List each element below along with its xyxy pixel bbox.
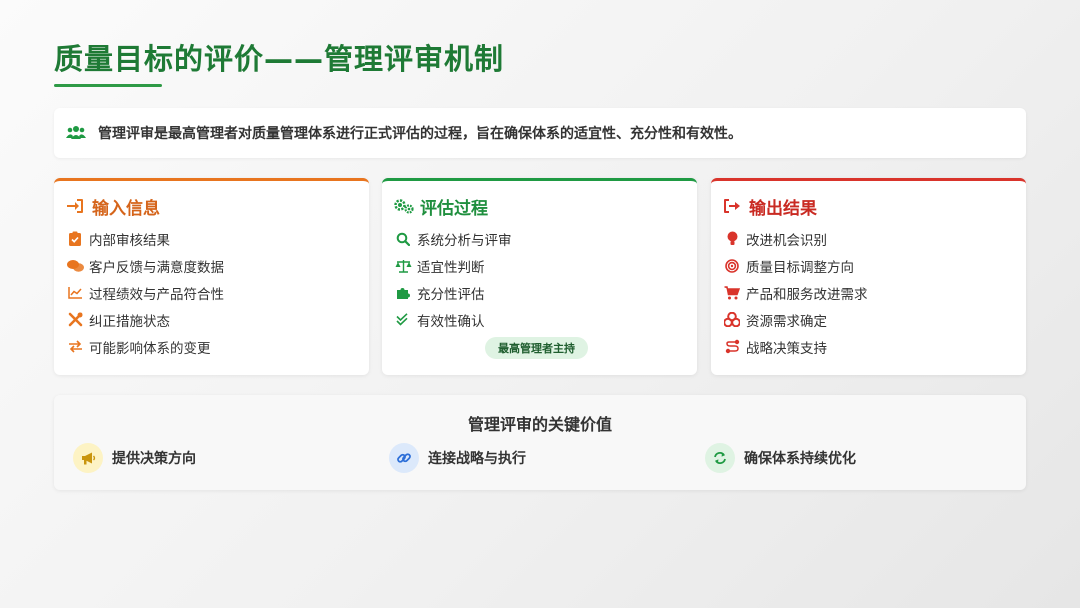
list-item: 战略决策支持 — [723, 333, 1014, 360]
card-input: 输入信息 内部审核结果 客户反馈与满意度数据 过程绩效与产品符合性 纠正措施状态… — [54, 178, 369, 375]
intro-text: 管理评审是最高管理者对质量管理体系进行正式评估的过程，旨在确保体系的适宜性、充分… — [98, 126, 742, 142]
list-item: 纠正措施状态 — [66, 306, 357, 333]
list-item: 客户反馈与满意度数据 — [66, 252, 357, 279]
list-item: 过程绩效与产品符合性 — [66, 279, 357, 306]
item-label: 内部审核结果 — [89, 232, 170, 249]
list-item: 适宜性判断 — [394, 252, 685, 279]
cogs-icon — [394, 197, 414, 215]
bullseye-icon — [723, 258, 741, 274]
item-label: 适宜性判断 — [417, 259, 485, 276]
cart-icon — [723, 285, 741, 301]
puzzle-piece-icon — [394, 285, 412, 301]
double-check-icon — [394, 312, 412, 328]
title-underline — [54, 84, 162, 87]
item-label: 充分性评估 — [417, 286, 485, 303]
value-label: 提供决策方向 — [112, 451, 196, 467]
page-title: 质量目标的评价——管理评审机制 — [54, 42, 505, 76]
value-label: 确保体系持续优化 — [744, 451, 856, 467]
item-label: 战略决策支持 — [746, 340, 827, 357]
list-item: 充分性评估 — [394, 279, 685, 306]
cubes-icon — [723, 312, 741, 328]
list-item: 质量目标调整方向 — [723, 252, 1014, 279]
balance-scale-icon — [394, 258, 412, 274]
value-item: 提供决策方向 — [73, 443, 196, 473]
card-title: 输入信息 — [92, 198, 160, 219]
value-label: 连接战略与执行 — [428, 451, 526, 467]
intro-box: 管理评审是最高管理者对质量管理体系进行正式评估的过程，旨在确保体系的适宜性、充分… — [54, 108, 1026, 158]
card-header: 输入信息 — [66, 195, 357, 219]
chart-line-icon — [66, 285, 84, 301]
item-label: 过程绩效与产品符合性 — [89, 286, 224, 303]
item-label: 有效性确认 — [417, 313, 485, 330]
key-values-panel: 管理评审的关键价值 提供决策方向 连接战略与执行 确保体系持续优化 — [54, 395, 1026, 490]
item-label: 改进机会识别 — [746, 232, 827, 249]
item-label: 资源需求确定 — [746, 313, 827, 330]
clipboard-check-icon — [66, 231, 84, 247]
lightbulb-icon — [723, 231, 741, 247]
link-icon — [389, 443, 419, 473]
sign-in-icon — [66, 197, 86, 215]
list-item: 产品和服务改进需求 — [723, 279, 1014, 306]
list-item: 系统分析与评审 — [394, 225, 685, 252]
sign-out-icon — [723, 197, 743, 215]
card-process: 评估过程 系统分析与评审 适宜性判断 充分性评估 有效性确认 最高管理者主持 — [382, 178, 697, 375]
comments-icon — [66, 258, 84, 274]
host-badge: 最高管理者主持 — [485, 337, 588, 359]
users-icon — [66, 124, 88, 142]
card-title: 评估过程 — [420, 198, 488, 219]
list-item: 有效性确认 — [394, 306, 685, 333]
tools-icon — [66, 312, 84, 328]
item-label: 产品和服务改进需求 — [746, 286, 868, 303]
item-label: 系统分析与评审 — [417, 232, 512, 249]
item-label: 可能影响体系的变更 — [89, 340, 211, 357]
card-output: 输出结果 改进机会识别 质量目标调整方向 产品和服务改进需求 资源需求确定 战略… — [711, 178, 1026, 375]
card-header: 输出结果 — [723, 195, 1014, 219]
exchange-icon — [66, 339, 84, 355]
values-title: 管理评审的关键价值 — [467, 415, 612, 434]
item-label: 纠正措施状态 — [89, 313, 170, 330]
card-header: 评估过程 — [394, 195, 685, 219]
search-icon — [394, 231, 412, 247]
list-item: 可能影响体系的变更 — [66, 333, 357, 360]
value-item: 连接战略与执行 — [389, 443, 526, 473]
bullhorn-icon — [73, 443, 103, 473]
item-label: 质量目标调整方向 — [746, 259, 854, 276]
list-item: 资源需求确定 — [723, 306, 1014, 333]
route-icon — [723, 339, 741, 355]
list-item: 内部审核结果 — [66, 225, 357, 252]
card-title: 输出结果 — [749, 198, 817, 219]
list-item: 改进机会识别 — [723, 225, 1014, 252]
value-item: 确保体系持续优化 — [705, 443, 856, 473]
item-label: 客户反馈与满意度数据 — [89, 259, 224, 276]
sync-icon — [705, 443, 735, 473]
